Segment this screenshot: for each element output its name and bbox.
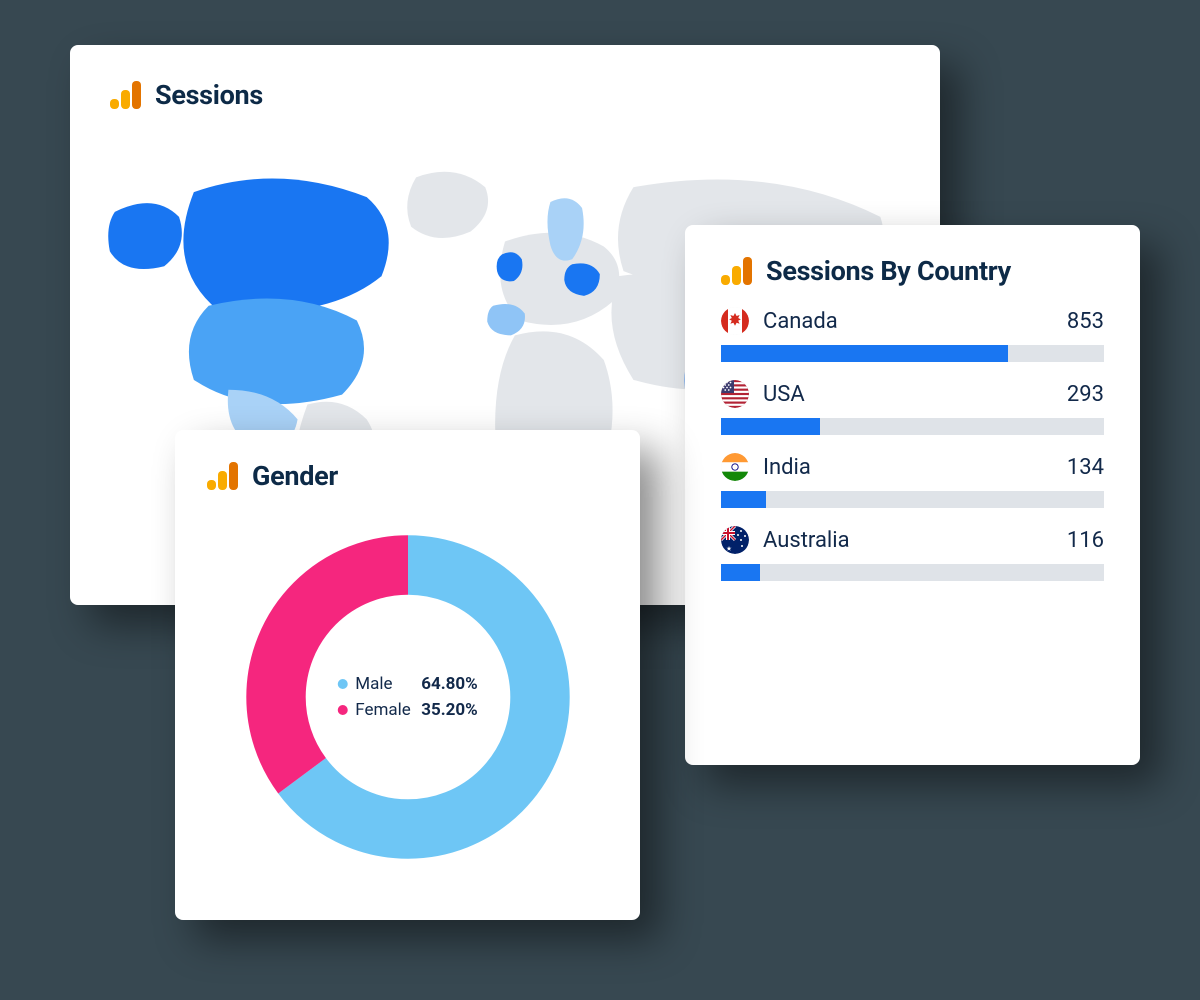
country-bar-fill [721, 345, 1008, 362]
legend-row-female: Female 35.20% [337, 700, 478, 720]
legend-value-female: 35.20% [421, 700, 478, 720]
country-name: USA [763, 382, 805, 407]
country-value: 293 [1067, 382, 1104, 407]
gender-legend: Male 64.80% Female 35.20% [337, 674, 478, 720]
country-value: 853 [1067, 309, 1104, 334]
legend-dot-female [337, 705, 347, 715]
country-value: 134 [1067, 455, 1104, 480]
country-name: India [763, 455, 811, 480]
country-row: USA 293 [721, 380, 1104, 435]
legend-label-female: Female [355, 700, 413, 720]
country-bar-fill [721, 564, 760, 581]
sessions-by-country-card: Sessions By Country Canada 853 USA 293 India… [685, 225, 1140, 765]
country-row: Australia 116 [721, 526, 1104, 581]
country-bar-track [721, 418, 1104, 435]
legend-row-male: Male 64.80% [337, 674, 478, 694]
country-bar-fill [721, 491, 766, 508]
country-bar-fill [721, 418, 820, 435]
legend-dot-male [337, 679, 347, 689]
country-bar-track [721, 345, 1104, 362]
flag-icon [721, 453, 749, 481]
analytics-icon [110, 81, 141, 109]
analytics-icon [721, 257, 752, 285]
country-title: Sessions By Country [766, 255, 1011, 287]
flag-icon [721, 526, 749, 554]
legend-label-male: Male [355, 674, 413, 694]
country-row: Canada 853 [721, 307, 1104, 362]
country-row: India 134 [721, 453, 1104, 508]
gender-header: Gender [207, 460, 608, 492]
gender-title: Gender [252, 460, 338, 492]
sessions-title: Sessions [155, 79, 263, 111]
gender-donut-chart: Male 64.80% Female 35.20% [243, 532, 573, 862]
legend-value-male: 64.80% [421, 674, 478, 694]
country-name: Canada [763, 309, 838, 334]
country-bar-track [721, 491, 1104, 508]
flag-icon [721, 307, 749, 335]
gender-card: Gender Male 64.80% Female 35.20% [175, 430, 640, 920]
sessions-header: Sessions [110, 79, 900, 111]
country-name: Australia [763, 528, 850, 553]
country-bar-track [721, 564, 1104, 581]
country-list: Canada 853 USA 293 India 134 Australia 116 [721, 307, 1104, 581]
country-header: Sessions By Country [721, 255, 1104, 287]
country-value: 116 [1067, 528, 1104, 553]
flag-icon [721, 380, 749, 408]
analytics-icon [207, 462, 238, 490]
